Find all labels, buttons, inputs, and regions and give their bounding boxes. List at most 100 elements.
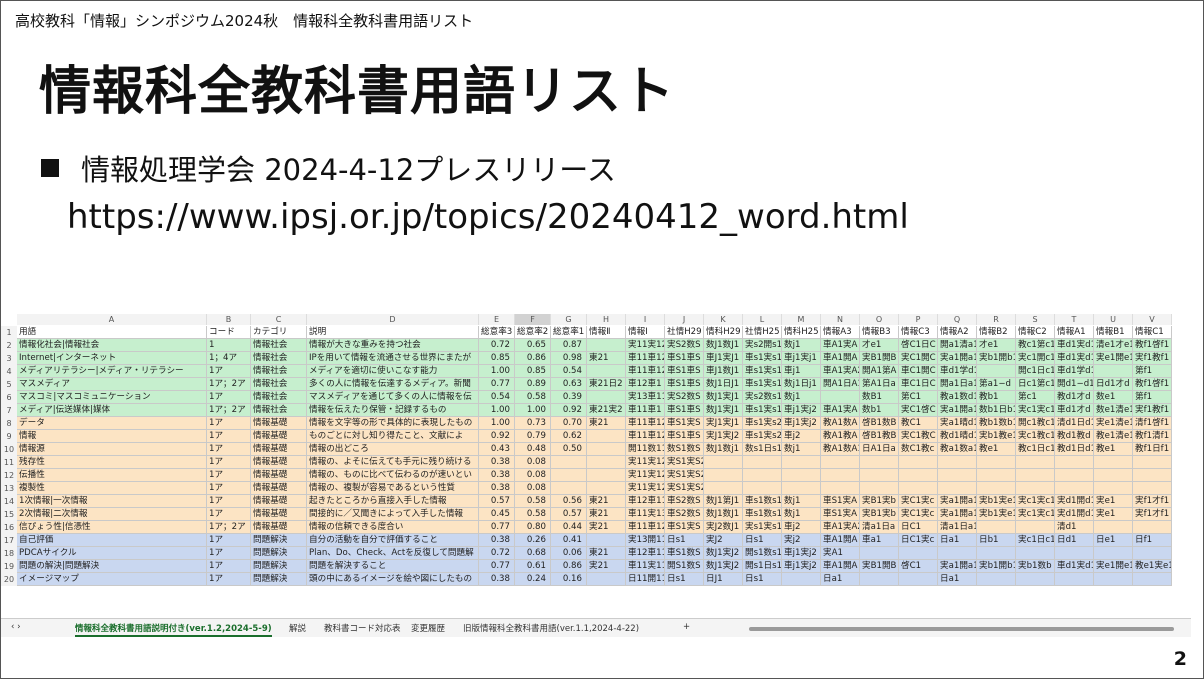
- table-cell[interactable]: 実J2数J1: [704, 521, 743, 534]
- sheet-tab-main[interactable]: 情報科全教科書用語説明付き(ver.1.2,2024-5-9): [75, 622, 272, 637]
- table-cell[interactable]: 実B1開B: [860, 560, 899, 573]
- table-cell[interactable]: マスコミ|マスコミュニケーション: [17, 391, 207, 404]
- table-cell[interactable]: 日a1: [938, 534, 977, 547]
- table-cell[interactable]: 開a1日a1: [938, 378, 977, 391]
- table-cell[interactable]: 実J2: [704, 534, 743, 547]
- table-cell[interactable]: [1016, 469, 1055, 482]
- table-cell[interactable]: [551, 482, 587, 495]
- header-cell[interactable]: 総意率3: [479, 326, 515, 339]
- table-cell[interactable]: 日d1: [1055, 534, 1094, 547]
- table-cell[interactable]: ものごとに対し知り得たこと、文献によ: [307, 430, 479, 443]
- table-cell[interactable]: 実B1開B: [860, 352, 899, 365]
- table-cell[interactable]: [587, 365, 626, 378]
- table-cell[interactable]: [587, 443, 626, 456]
- table-cell[interactable]: 実d1開d1: [1055, 495, 1094, 508]
- table-cell[interactable]: 車J1実J1: [704, 352, 743, 365]
- table-cell[interactable]: 数b1: [860, 404, 899, 417]
- table-cell[interactable]: 車11実13: [626, 508, 665, 521]
- table-cell[interactable]: 情報基礎: [251, 443, 307, 456]
- table-cell[interactable]: 1ア: [207, 417, 251, 430]
- table-cell[interactable]: 東21: [587, 547, 626, 560]
- row-number[interactable]: 4: [1, 365, 17, 378]
- table-cell[interactable]: 車j2: [782, 521, 821, 534]
- header-cell[interactable]: 情報B2: [977, 326, 1016, 339]
- table-cell[interactable]: 実f1教f1: [1133, 404, 1172, 417]
- table-cell[interactable]: 0.65: [515, 339, 551, 352]
- table-cell[interactable]: 実b1実e1: [977, 508, 1016, 521]
- column-header[interactable]: M: [782, 314, 821, 325]
- table-cell[interactable]: 実S1実S2: [665, 482, 704, 495]
- table-cell[interactable]: [1133, 482, 1172, 495]
- table-cell[interactable]: 実B1実b: [860, 495, 899, 508]
- table-cell[interactable]: 車s1数s1: [743, 495, 782, 508]
- table-cell[interactable]: 0.72: [479, 339, 515, 352]
- table-cell[interactable]: 実f1教f1: [1133, 352, 1172, 365]
- table-cell[interactable]: 清f1啓f1: [1133, 417, 1172, 430]
- table-cell[interactable]: 教f1日f1: [1133, 443, 1172, 456]
- table-cell[interactable]: [821, 469, 860, 482]
- table-cell[interactable]: 0.57: [479, 495, 515, 508]
- table-cell[interactable]: 実21: [587, 560, 626, 573]
- table-cell[interactable]: 情報源: [17, 443, 207, 456]
- add-sheet-button[interactable]: +: [683, 622, 690, 632]
- table-cell[interactable]: 啓B1数B: [860, 417, 899, 430]
- table-cell[interactable]: 実C1啓C: [899, 404, 938, 417]
- table-cell[interactable]: 0.70: [551, 417, 587, 430]
- table-cell[interactable]: 教b1数b1: [977, 417, 1016, 430]
- table-cell[interactable]: 日a1: [938, 573, 977, 586]
- table-cell[interactable]: 第C1: [899, 391, 938, 404]
- table-cell[interactable]: 東21日2: [587, 378, 626, 391]
- table-cell[interactable]: 0.38: [479, 482, 515, 495]
- table-cell[interactable]: 0.87: [551, 339, 587, 352]
- table-cell[interactable]: 数s1日s1: [743, 443, 782, 456]
- table-cell[interactable]: [860, 482, 899, 495]
- table-cell[interactable]: 1ア: [207, 443, 251, 456]
- row-number[interactable]: 11: [1, 456, 17, 469]
- table-cell[interactable]: 東21: [587, 495, 626, 508]
- table-cell[interactable]: [704, 456, 743, 469]
- row-number[interactable]: 8: [1, 417, 17, 430]
- table-cell[interactable]: 起きたところから直接入手した情報: [307, 495, 479, 508]
- table-cell[interactable]: 1ア: [207, 482, 251, 495]
- table-cell[interactable]: 0.98: [551, 352, 587, 365]
- table-cell[interactable]: [1055, 547, 1094, 560]
- table-cell[interactable]: 情報基礎: [251, 521, 307, 534]
- row-number[interactable]: 10: [1, 443, 17, 456]
- table-cell[interactable]: [1133, 469, 1172, 482]
- table-cell[interactable]: 0.63: [551, 378, 587, 391]
- table-cell[interactable]: 日s1: [743, 573, 782, 586]
- table-cell[interactable]: [1016, 547, 1055, 560]
- column-header[interactable]: C: [251, 314, 307, 325]
- table-cell[interactable]: 実S1実S2: [665, 469, 704, 482]
- table-cell[interactable]: 車s1数s1: [743, 508, 782, 521]
- row-number[interactable]: 17: [1, 534, 17, 547]
- table-cell[interactable]: 数j1: [782, 339, 821, 352]
- table-cell[interactable]: 数J1実J1: [704, 391, 743, 404]
- table-cell[interactable]: 情報社会: [251, 339, 307, 352]
- table-cell[interactable]: 東21: [587, 417, 626, 430]
- table-cell[interactable]: 0.58: [515, 495, 551, 508]
- table-cell[interactable]: 車S1車S: [665, 378, 704, 391]
- table-cell[interactable]: 啓B1教B: [860, 430, 899, 443]
- table-cell[interactable]: マスメディアを通じて多くの人に情報を伝: [307, 391, 479, 404]
- table-cell[interactable]: 車S1実S: [665, 417, 704, 430]
- table-cell[interactable]: [782, 482, 821, 495]
- table-cell[interactable]: 実e1清e1: [1094, 417, 1133, 430]
- table-cell[interactable]: 情報基礎: [251, 456, 307, 469]
- table-cell[interactable]: 0.08: [515, 469, 551, 482]
- table-cell[interactable]: 才e1: [977, 339, 1016, 352]
- table-cell[interactable]: 0.79: [515, 430, 551, 443]
- table-cell[interactable]: 1.00: [479, 404, 515, 417]
- table-cell[interactable]: 数J1実J2: [704, 547, 743, 560]
- table-cell[interactable]: [1094, 547, 1133, 560]
- table-cell[interactable]: 車S2数S: [665, 508, 704, 521]
- table-cell[interactable]: [1016, 456, 1055, 469]
- table-cell[interactable]: 実C1教C: [899, 430, 938, 443]
- table-cell[interactable]: 日s1: [665, 573, 704, 586]
- table-cell[interactable]: 車S1車S: [665, 365, 704, 378]
- table-cell[interactable]: 情報基礎: [251, 430, 307, 443]
- header-cell[interactable]: 社情H29: [665, 326, 704, 339]
- table-cell[interactable]: 車j1実j2: [782, 404, 821, 417]
- table-cell[interactable]: 車j1実j2: [782, 560, 821, 573]
- table-cell[interactable]: [1094, 573, 1133, 586]
